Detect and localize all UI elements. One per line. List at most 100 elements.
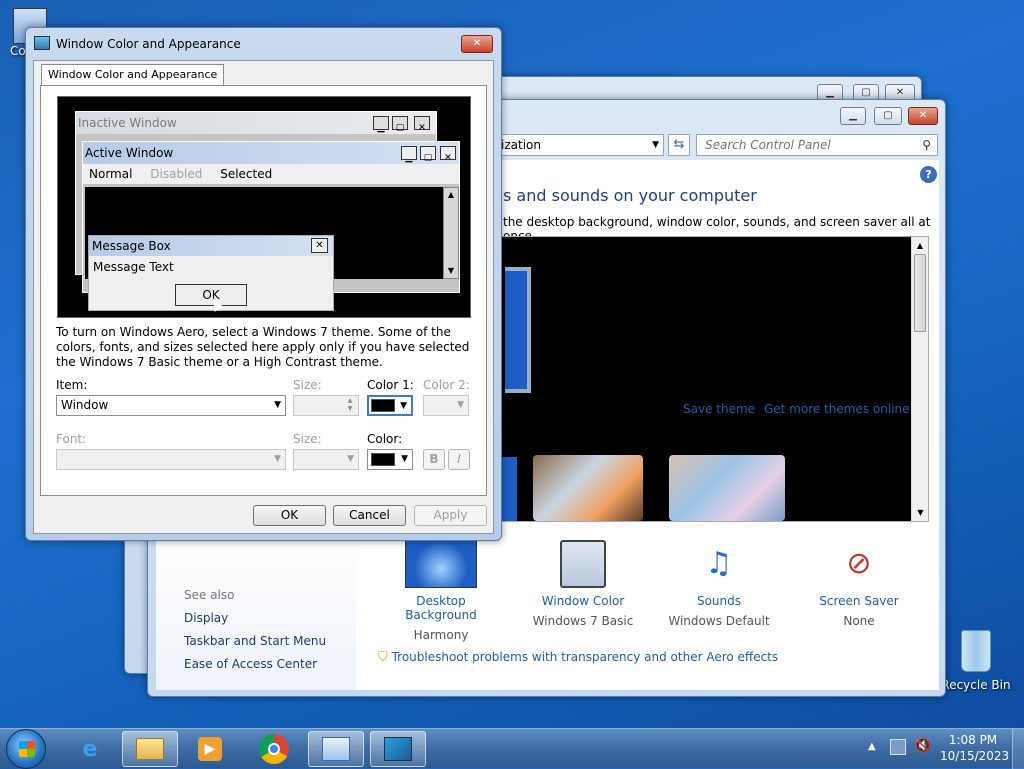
color2-label: Color 2:	[423, 378, 470, 392]
message-box-title: Message Box	[92, 239, 171, 253]
close-icon: ✕	[440, 146, 456, 163]
chevron-down-icon[interactable]: ▼	[400, 397, 407, 416]
font-color-picker[interactable]: ▼	[367, 449, 413, 470]
shield-icon: ⛉	[378, 650, 388, 665]
close-icon: ✕	[414, 116, 430, 133]
scroll-up-icon[interactable]: ▲	[912, 237, 928, 254]
scroll-thumb[interactable]	[914, 254, 926, 332]
troubleshoot-label: Troubleshoot problems with transparency …	[391, 650, 779, 664]
get-more-themes-link[interactable]: Get more themes online	[764, 402, 910, 416]
preview-area: Inactive Window ▁ ▢ ✕ Active Window ▁ ▢ …	[57, 96, 471, 318]
theme-list[interactable]: Save theme Get more themes online ▲ ▼	[496, 236, 929, 522]
spinner-arrows-icon: ▲ ▼	[347, 397, 353, 412]
taskbar-explorer[interactable]	[122, 731, 178, 767]
chevron-down-icon[interactable]: ▼	[274, 396, 281, 415]
sounds-label: Sounds	[696, 594, 742, 608]
bold-button: B	[423, 449, 445, 470]
chevron-down-icon[interactable]: ▼	[401, 450, 408, 469]
tray-show-hidden-icon[interactable]: ▲	[868, 741, 876, 752]
sounds-icon: ♫	[705, 546, 733, 581]
save-theme-link[interactable]: Save theme	[683, 402, 755, 416]
menu-selected: Selected	[220, 167, 273, 181]
taskbar-window-color[interactable]	[370, 731, 426, 767]
screen-saver-icon: ⊘	[846, 546, 872, 581]
see-also-taskbar[interactable]: Taskbar and Start Menu	[184, 634, 326, 648]
minimize-button[interactable]: ▁	[840, 107, 866, 125]
show-desktop-button[interactable]	[1012, 729, 1024, 769]
start-button[interactable]	[6, 729, 46, 769]
desktop-background-label: Desktop Background	[405, 594, 477, 622]
search-box[interactable]: ⚲	[696, 134, 938, 156]
theme-thumbnail-art[interactable]	[669, 455, 785, 521]
window-color-item[interactable]: Window Color Windows 7 Basic	[528, 540, 638, 628]
ok-button[interactable]: OK	[253, 505, 326, 526]
troubleshoot-link[interactable]: ⛉ Troubleshoot problems with transparenc…	[378, 650, 778, 665]
window-color-value: Windows 7 Basic	[532, 614, 634, 628]
apply-button: Apply	[414, 505, 487, 526]
size-spinner: ▲ ▼	[293, 395, 359, 416]
scroll-down-icon[interactable]: ▼	[912, 504, 929, 521]
help-icon[interactable]: ?	[920, 166, 937, 183]
close-button[interactable]: ✕	[908, 107, 938, 125]
volume-muted-icon[interactable]: 🔇	[914, 738, 931, 754]
active-window-title: Active Window	[85, 146, 174, 160]
font-color-swatch	[371, 453, 395, 466]
theme-thumbnail-selected[interactable]	[505, 267, 531, 393]
cancel-button[interactable]: Cancel	[333, 505, 406, 526]
folder-icon	[136, 738, 164, 760]
window-color-icon	[560, 540, 606, 588]
color1-label: Color 1:	[367, 378, 414, 392]
color1-picker[interactable]: ▼	[367, 395, 413, 416]
network-icon[interactable]	[890, 739, 906, 755]
screen-saver-item[interactable]: ⊘ Screen Saver None	[804, 540, 914, 628]
control-panel-icon	[322, 737, 350, 761]
taskbar-chrome[interactable]	[246, 731, 302, 767]
italic-button: I	[448, 449, 470, 470]
windows-logo-icon	[19, 741, 35, 757]
font-select: ▼	[56, 449, 286, 470]
menu-normal: Normal	[89, 167, 133, 181]
chevron-down-icon: ▼	[457, 400, 464, 410]
see-also-pane: See also Display Taskbar and Start Menu …	[156, 534, 356, 690]
recycle-bin-desktop-icon[interactable]: Recycle Bin	[940, 630, 1012, 692]
message-text: Message Text	[93, 260, 174, 274]
taskbar-media-player[interactable]: ▶	[182, 731, 238, 767]
maximize-icon: ▢	[392, 116, 408, 133]
chevron-down-icon[interactable]: ▼	[652, 135, 659, 155]
internet-explorer-icon: e	[82, 736, 98, 762]
window-color-label: Window Color	[541, 594, 625, 608]
screen-saver-label: Screen Saver	[819, 594, 899, 608]
inactive-window-title: Inactive Window	[78, 116, 177, 130]
see-also-ease-of-access[interactable]: Ease of Access Center	[184, 657, 317, 671]
search-icon[interactable]: ⚲	[922, 138, 931, 152]
sounds-value: Windows Default	[668, 614, 770, 628]
see-also-display[interactable]: Display	[184, 611, 228, 625]
clock-date[interactable]: 10/15/2023	[940, 749, 1009, 763]
dialog-title: Window Color and Appearance	[56, 37, 241, 51]
theme-list-scrollbar[interactable]: ▲ ▼	[911, 237, 928, 521]
color2-picker: ▼	[423, 395, 469, 416]
page-heading: s and sounds on your computer	[503, 186, 757, 205]
refresh-icon[interactable]: ⇆	[668, 134, 690, 156]
chevron-down-icon: ▼	[347, 454, 354, 464]
dialog-icon	[34, 36, 50, 50]
see-also-title: See also	[184, 588, 235, 602]
minimize-icon: ▁	[373, 116, 389, 133]
search-input[interactable]	[697, 135, 907, 155]
maximize-button[interactable]: ▢	[874, 107, 902, 125]
tab-window-color[interactable]: Window Color and Appearance	[41, 64, 225, 86]
recycle-bin-icon	[961, 630, 991, 672]
theme-thumbnail-nature[interactable]	[533, 455, 643, 521]
window-color-dialog[interactable]: Window Color and Appearance ✕ Window Col…	[25, 27, 502, 541]
item-select[interactable]: Window ▼	[56, 395, 286, 416]
close-button[interactable]: ✕	[461, 35, 493, 53]
minimize-icon: ▁	[401, 146, 417, 163]
taskbar-ie[interactable]: e	[62, 731, 118, 767]
screen-saver-value: None	[843, 614, 875, 628]
taskbar-control-panel[interactable]	[308, 731, 364, 767]
font-size-select: ▼	[293, 449, 359, 470]
clock-time[interactable]: 1:08 PM	[946, 733, 1000, 747]
sounds-item[interactable]: ♫ Sounds Windows Default	[664, 540, 774, 628]
chrome-icon	[259, 734, 289, 764]
desktop-background-item[interactable]: Desktop Background Harmony	[386, 540, 496, 642]
